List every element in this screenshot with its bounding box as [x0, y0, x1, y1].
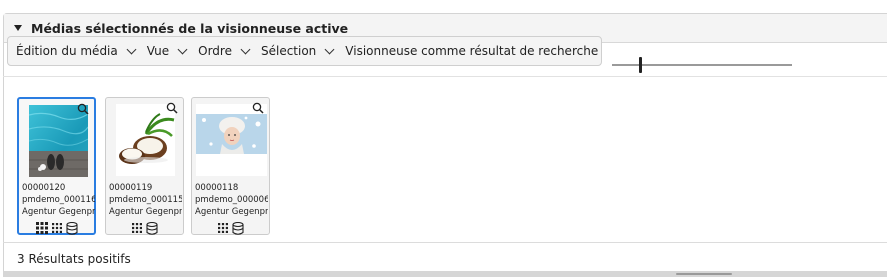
chevron-down-icon — [126, 44, 137, 54]
results-footer: 3 Résultats positifs — [3, 242, 887, 274]
media-card[interactable]: 00000120 pmdemo_000116 Agentur Gegenpr — [17, 97, 96, 235]
zoom-icon[interactable] — [166, 102, 178, 114]
media-owner: Agentur Gegenpr — [22, 207, 95, 217]
media-card[interactable]: 00000119 pmdemo_000115 Agentur Gegenpr — [105, 97, 184, 235]
media-thumbnail-winter[interactable] — [196, 104, 267, 176]
media-owner: Agentur Gegenpr — [109, 207, 182, 217]
grid-small-icon[interactable] — [131, 222, 143, 234]
scrollbar-handle[interactable] — [676, 273, 732, 275]
menu-label: Vue — [146, 44, 170, 58]
database-icon[interactable] — [146, 222, 158, 235]
media-filename: pmdemo_000115 — [109, 195, 182, 205]
media-filename: pmdemo_000006 — [195, 195, 268, 205]
media-card[interactable]: 00000118 pmdemo_000006 Agentur Gegenpr — [191, 97, 270, 235]
database-icon[interactable] — [65, 222, 78, 235]
grid-large-icon[interactable] — [35, 222, 48, 234]
menu-viewer-as-search-result[interactable]: Visionneuse comme résultat de recherche — [345, 44, 598, 58]
toolbar: Édition du média Vue Ordre Sélection Vis… — [7, 36, 603, 66]
menu-view[interactable]: Vue — [146, 44, 188, 58]
menu-label: Sélection — [260, 44, 317, 58]
zoom-icon[interactable] — [77, 103, 89, 115]
grid-small-icon[interactable] — [51, 222, 63, 234]
slider-thumb[interactable] — [639, 57, 642, 73]
results-count: 3 Résultats positifs — [17, 252, 131, 266]
menu-label: Visionneuse comme résultat de recherche — [345, 44, 599, 58]
collapse-caret-icon[interactable] — [14, 25, 22, 31]
media-owner: Agentur Gegenpr — [195, 207, 268, 217]
media-thumbnail-coconut[interactable] — [116, 104, 175, 176]
media-id: 00000119 — [109, 183, 153, 193]
menu-label: Ordre — [198, 44, 232, 58]
zoom-icon[interactable] — [252, 102, 264, 114]
media-id: 00000120 — [22, 183, 66, 193]
media-thumbnail-pool[interactable] — [29, 105, 88, 177]
grid-small-icon[interactable] — [217, 222, 229, 234]
horizontal-scrollbar[interactable] — [3, 271, 887, 277]
menu-label: Édition du média — [16, 44, 118, 58]
panel-title: Médias sélectionnés de la visionneuse ac… — [31, 20, 349, 36]
chevron-down-icon — [177, 44, 188, 54]
media-filename: pmdemo_000116 — [22, 195, 95, 205]
menu-order[interactable]: Ordre — [198, 44, 251, 58]
menu-selection[interactable]: Sélection — [260, 44, 335, 58]
chevron-down-icon — [324, 44, 335, 54]
media-grid: 00000120 pmdemo_000116 Agentur Gegenpr 0… — [3, 76, 887, 235]
media-id: 00000118 — [195, 183, 239, 193]
database-icon[interactable] — [232, 222, 244, 235]
chevron-down-icon — [240, 44, 251, 54]
menu-media-edit[interactable]: Édition du média — [16, 44, 137, 58]
